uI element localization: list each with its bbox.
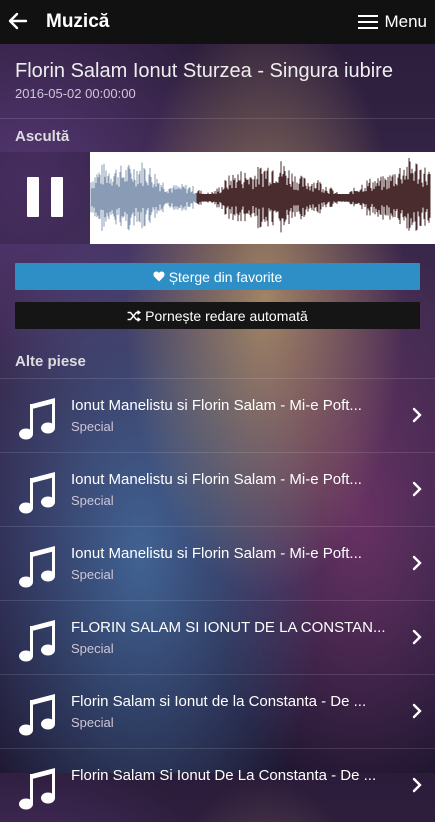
other-tracks-heading: Alte piese bbox=[15, 353, 86, 370]
chevron-right-icon bbox=[412, 407, 422, 423]
pause-button[interactable] bbox=[27, 177, 63, 217]
heart-icon bbox=[153, 271, 165, 282]
track-title: Florin Salam Si Ionut De La Constanta - … bbox=[71, 767, 377, 784]
track-category: Special bbox=[71, 715, 114, 730]
back-arrow-icon[interactable] bbox=[6, 9, 30, 33]
chevron-right-icon bbox=[412, 777, 422, 793]
track-title: Ionut Manelistu si Florin Salam - Mi-e P… bbox=[71, 397, 362, 414]
track-category: Special bbox=[71, 493, 114, 508]
music-note-icon bbox=[19, 398, 55, 440]
track-item[interactable]: Ionut Manelistu si Florin Salam - Mi-e P… bbox=[0, 452, 435, 526]
page-title: Muzică bbox=[46, 11, 110, 32]
chevron-right-icon bbox=[412, 703, 422, 719]
autoplay-button[interactable]: Pornește redare automată bbox=[15, 302, 420, 329]
track-list: Ionut Manelistu si Florin Salam - Mi-e P… bbox=[0, 378, 435, 822]
track-title: Ionut Manelistu si Florin Salam - Mi-e P… bbox=[71, 471, 362, 488]
audio-player bbox=[0, 152, 435, 244]
track-item[interactable]: Ionut Manelistu si Florin Salam - Mi-e P… bbox=[0, 526, 435, 600]
song-title: Florin Salam Ionut Sturzea - Singura iub… bbox=[15, 60, 393, 82]
track-category: Special bbox=[71, 567, 114, 582]
pause-bar bbox=[27, 177, 39, 217]
autoplay-label: Pornește redare automată bbox=[145, 307, 308, 324]
listen-heading: Ascultă bbox=[15, 128, 70, 145]
hamburger-icon bbox=[358, 15, 379, 29]
chevron-right-icon bbox=[412, 481, 422, 497]
divider bbox=[0, 118, 435, 119]
music-note-icon bbox=[19, 694, 55, 736]
chevron-right-icon bbox=[412, 629, 422, 645]
remove-favorite-label: Șterge din favorite bbox=[168, 268, 283, 285]
chevron-right-icon bbox=[412, 555, 422, 571]
track-category: Special bbox=[71, 419, 114, 434]
track-item[interactable]: Florin Salam Si Ionut De La Constanta - … bbox=[0, 748, 435, 822]
music-note-icon bbox=[19, 768, 55, 810]
music-note-icon bbox=[19, 620, 55, 662]
menu-label: Menu bbox=[384, 12, 427, 31]
waveform-seekbar[interactable] bbox=[90, 152, 435, 244]
track-item[interactable]: FLORIN SALAM SI IONUT DE LA CONSTAN... Sp… bbox=[0, 600, 435, 674]
pause-bar bbox=[51, 177, 63, 217]
top-bar: Muzică Menu bbox=[0, 0, 435, 44]
track-title: Florin Salam si Ionut de la Constanta - … bbox=[71, 693, 367, 710]
shuffle-icon bbox=[127, 309, 142, 322]
track-item[interactable]: Florin Salam si Ionut de la Constanta - … bbox=[0, 674, 435, 748]
song-date: 2016-05-02 00:00:00 bbox=[15, 86, 136, 101]
music-note-icon bbox=[19, 472, 55, 514]
track-title: FLORIN SALAM SI IONUT DE LA CONSTAN... bbox=[71, 619, 386, 636]
remove-favorite-button[interactable]: Șterge din favorite bbox=[15, 263, 420, 290]
track-category: Special bbox=[71, 641, 114, 656]
music-note-icon bbox=[19, 546, 55, 588]
track-title: Ionut Manelistu si Florin Salam - Mi-e P… bbox=[71, 545, 362, 562]
menu-button[interactable]: Menu bbox=[358, 12, 427, 32]
track-item[interactable]: Ionut Manelistu si Florin Salam - Mi-e P… bbox=[0, 378, 435, 452]
